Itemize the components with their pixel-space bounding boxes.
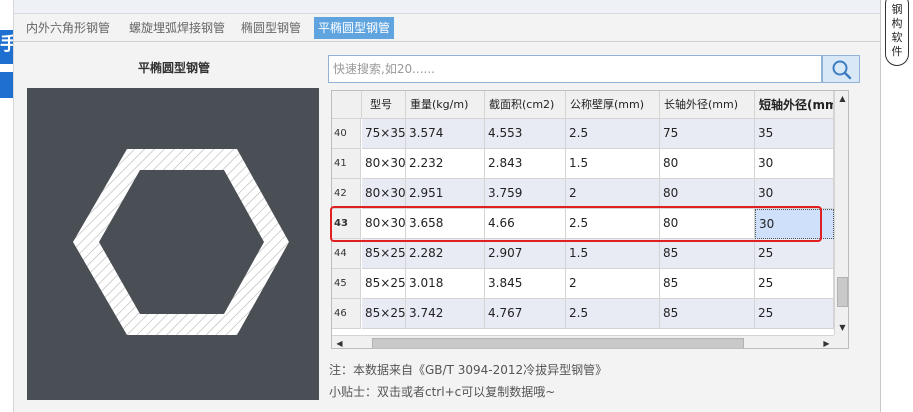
- data-grid: 型号 重量(kg/m) 截面积(cm2) 公称壁厚(mm) 长轴外径(mm) 短…: [332, 91, 834, 335]
- table-row[interactable]: 45 85×25 3.018 3.845 2 85 25: [332, 269, 834, 299]
- table-row[interactable]: 40 75×35 3.574 4.553 2.5 75 35: [332, 119, 834, 149]
- row-index[interactable]: 45: [332, 269, 361, 299]
- cell-long-axis[interactable]: 85: [660, 299, 755, 329]
- cell-area[interactable]: 2.907: [485, 239, 566, 269]
- hexagon-section-drawing: [73, 149, 289, 335]
- cell-wall-thickness[interactable]: 2.5: [566, 119, 660, 149]
- vertical-scroll-thumb[interactable]: [837, 277, 848, 307]
- search-input[interactable]: [329, 56, 821, 82]
- side-badge[interactable]: 钢构软件: [885, 0, 909, 66]
- header-area[interactable]: 截面积(cm2): [485, 91, 566, 119]
- cell-area[interactable]: 3.845: [485, 269, 566, 299]
- header-short-axis[interactable]: 短轴外径(mm): [755, 91, 834, 119]
- table-row-selected[interactable]: 43 80×30 3.658 4.66 2.5 80 30: [332, 209, 834, 239]
- cell-long-axis[interactable]: 75: [660, 119, 755, 149]
- cell-model[interactable]: 85×25: [362, 299, 406, 329]
- cell-wall-thickness[interactable]: 2: [566, 269, 660, 299]
- cell-wall-thickness[interactable]: 2.5: [566, 299, 660, 329]
- side-badge-label: 钢构软件: [891, 3, 903, 58]
- cell-area[interactable]: 4.553: [485, 119, 566, 149]
- table-row[interactable]: 41 80×30 2.232 2.843 1.5 80 30: [332, 149, 834, 179]
- cell-weight[interactable]: 3.574: [406, 119, 485, 149]
- background-app-left: 手: [0, 0, 14, 412]
- cell-long-axis[interactable]: 85: [660, 239, 755, 269]
- tab-flat-elliptical-pipe[interactable]: 平椭圆型钢管: [314, 17, 395, 39]
- row-index[interactable]: 41: [332, 149, 361, 179]
- cell-model[interactable]: 80×30: [362, 149, 406, 179]
- cell-wall-thickness[interactable]: 1.5: [566, 149, 660, 179]
- table-row[interactable]: 44 85×25 2.282 2.907 1.5 85 25: [332, 239, 834, 269]
- background-logo-bar: [0, 72, 13, 98]
- cell-model[interactable]: 85×25: [362, 269, 406, 299]
- cell-short-axis[interactable]: 30: [755, 149, 834, 179]
- table-row[interactable]: 42 80×30 2.951 3.759 2 80 30: [332, 179, 834, 209]
- cell-model[interactable]: 80×30: [362, 209, 406, 239]
- search-icon: [832, 60, 852, 80]
- table-row[interactable]: 46 85×25 3.742 4.767 2.5 85 25: [332, 299, 834, 329]
- horizontal-scroll-thumb[interactable]: [372, 338, 744, 348]
- scroll-down-icon[interactable]: ▼: [835, 320, 848, 335]
- row-index[interactable]: 44: [332, 239, 361, 269]
- cell-area[interactable]: 4.66: [485, 209, 566, 239]
- horizontal-scrollbar[interactable]: ◀ ▶: [332, 335, 834, 348]
- cell-weight[interactable]: 3.018: [406, 269, 485, 299]
- cell-short-axis[interactable]: 35: [755, 119, 834, 149]
- search-button[interactable]: [822, 55, 860, 83]
- cell-weight[interactable]: 2.282: [406, 239, 485, 269]
- cell-weight[interactable]: 2.232: [406, 149, 485, 179]
- cell-short-axis[interactable]: 25: [755, 299, 834, 329]
- app-stage: 手 钢构软件 内外六角形钢管 螺旋埋弧焊接钢管 椭圆型钢管 平椭圆型钢管 平椭圆…: [0, 0, 913, 412]
- source-note: 注：本数据来自《GB/T 3094-2012冷拔异型钢管》: [329, 363, 608, 377]
- row-index[interactable]: 43: [332, 209, 361, 239]
- header-model[interactable]: 型号: [362, 91, 406, 119]
- scroll-left-icon[interactable]: ◀: [332, 336, 347, 348]
- tab-hexagonal-pipe[interactable]: 内外六角形钢管: [22, 17, 114, 39]
- data-table: 型号 重量(kg/m) 截面积(cm2) 公称壁厚(mm) 长轴外径(mm) 短…: [331, 90, 849, 349]
- cell-wall-thickness[interactable]: 2: [566, 179, 660, 209]
- scroll-up-icon[interactable]: ▲: [835, 91, 848, 106]
- tab-content: 平椭圆型钢管 快速搜索,如20...... 型号 重量(kg/m) 截面积(cm…: [14, 43, 880, 412]
- row-index[interactable]: 40: [332, 119, 361, 149]
- cell-model[interactable]: 85×25: [362, 239, 406, 269]
- steel-pipe-panel: 内外六角形钢管 螺旋埋弧焊接钢管 椭圆型钢管 平椭圆型钢管 平椭圆型钢管 快速搜…: [14, 14, 880, 412]
- cell-model[interactable]: 80×30: [362, 179, 406, 209]
- header-wall-thickness[interactable]: 公称壁厚(mm): [566, 91, 660, 119]
- tab-bar: 内外六角形钢管 螺旋埋弧焊接钢管 椭圆型钢管 平椭圆型钢管: [14, 14, 880, 42]
- cell-weight[interactable]: 2.951: [406, 179, 485, 209]
- background-app-top: [14, 0, 880, 14]
- header-corner: [332, 91, 362, 119]
- cell-wall-thickness[interactable]: 2.5: [566, 209, 660, 239]
- cell-area[interactable]: 3.759: [485, 179, 566, 209]
- cell-short-axis[interactable]: 25: [755, 239, 834, 269]
- section-figure: [27, 88, 319, 400]
- search-box: [328, 55, 822, 83]
- cell-long-axis[interactable]: 80: [660, 149, 755, 179]
- cell-area[interactable]: 2.843: [485, 149, 566, 179]
- cell-model[interactable]: 75×35: [362, 119, 406, 149]
- scroll-right-icon[interactable]: ▶: [819, 336, 834, 348]
- tab-spiral-welded-pipe[interactable]: 螺旋埋弧焊接钢管: [125, 17, 229, 39]
- row-index[interactable]: 42: [332, 179, 361, 209]
- cell-area[interactable]: 4.767: [485, 299, 566, 329]
- cell-short-axis[interactable]: 30: [755, 179, 834, 209]
- cell-weight[interactable]: 3.658: [406, 209, 485, 239]
- cell-weight[interactable]: 3.742: [406, 299, 485, 329]
- header-weight[interactable]: 重量(kg/m): [406, 91, 485, 119]
- scrollbar-corner: [834, 335, 848, 348]
- header-long-axis[interactable]: 长轴外径(mm): [660, 91, 755, 119]
- figure-title: 平椭圆型钢管: [137, 61, 210, 75]
- cell-short-axis[interactable]: 25: [755, 269, 834, 299]
- row-index[interactable]: 46: [332, 299, 361, 329]
- cell-long-axis[interactable]: 80: [660, 179, 755, 209]
- vertical-scrollbar[interactable]: ▲ ▼: [834, 91, 848, 335]
- cell-long-axis[interactable]: 80: [660, 209, 755, 239]
- hexagon-wall: [73, 149, 289, 335]
- cell-long-axis[interactable]: 85: [660, 269, 755, 299]
- cell-wall-thickness[interactable]: 1.5: [566, 239, 660, 269]
- tip-note: 小贴士：双击或者ctrl+c可以复制数据哦~: [329, 385, 556, 399]
- tab-elliptical-pipe[interactable]: 椭圆型钢管: [237, 17, 305, 39]
- background-sketch: [0, 170, 13, 400]
- cell-short-axis-selected[interactable]: 30: [755, 209, 834, 239]
- background-logo: 手: [0, 30, 13, 64]
